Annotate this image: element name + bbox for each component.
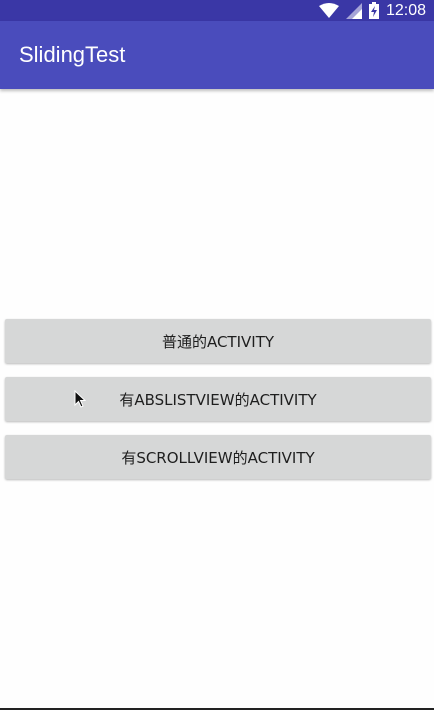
app-bar: SlidingTest <box>0 21 434 89</box>
status-time: 12:08 <box>385 2 426 19</box>
abslistview-activity-button-label: 有ABSLISTVIEW的ACTIVITY <box>119 390 317 409</box>
abslistview-activity-button[interactable]: 有ABSLISTVIEW的ACTIVITY <box>5 377 431 421</box>
wifi-icon <box>318 2 339 18</box>
app-title: SlidingTest <box>19 42 126 67</box>
normal-activity-button-label: 普通的ACTIVITY <box>161 332 275 351</box>
battery-charging-icon <box>368 2 379 19</box>
cell-signal-icon <box>345 2 362 19</box>
scrollview-activity-button[interactable]: 有SCROLLVIEW的ACTIVITY <box>5 435 431 479</box>
app-screen: 12:08 SlidingTest 普通的ACTIVITY 有ABSLISTVI… <box>0 0 434 710</box>
mouse-cursor-icon <box>74 390 86 408</box>
scrollview-activity-button-label: 有SCROLLVIEW的ACTIVITY <box>121 448 315 467</box>
normal-activity-button[interactable]: 普通的ACTIVITY <box>5 319 431 363</box>
status-icons: 12:08 <box>318 0 426 21</box>
status-bar: 12:08 <box>0 0 434 21</box>
main-content: 普通的ACTIVITY 有ABSLISTVIEW的ACTIVITY 有SCROL… <box>0 89 434 708</box>
